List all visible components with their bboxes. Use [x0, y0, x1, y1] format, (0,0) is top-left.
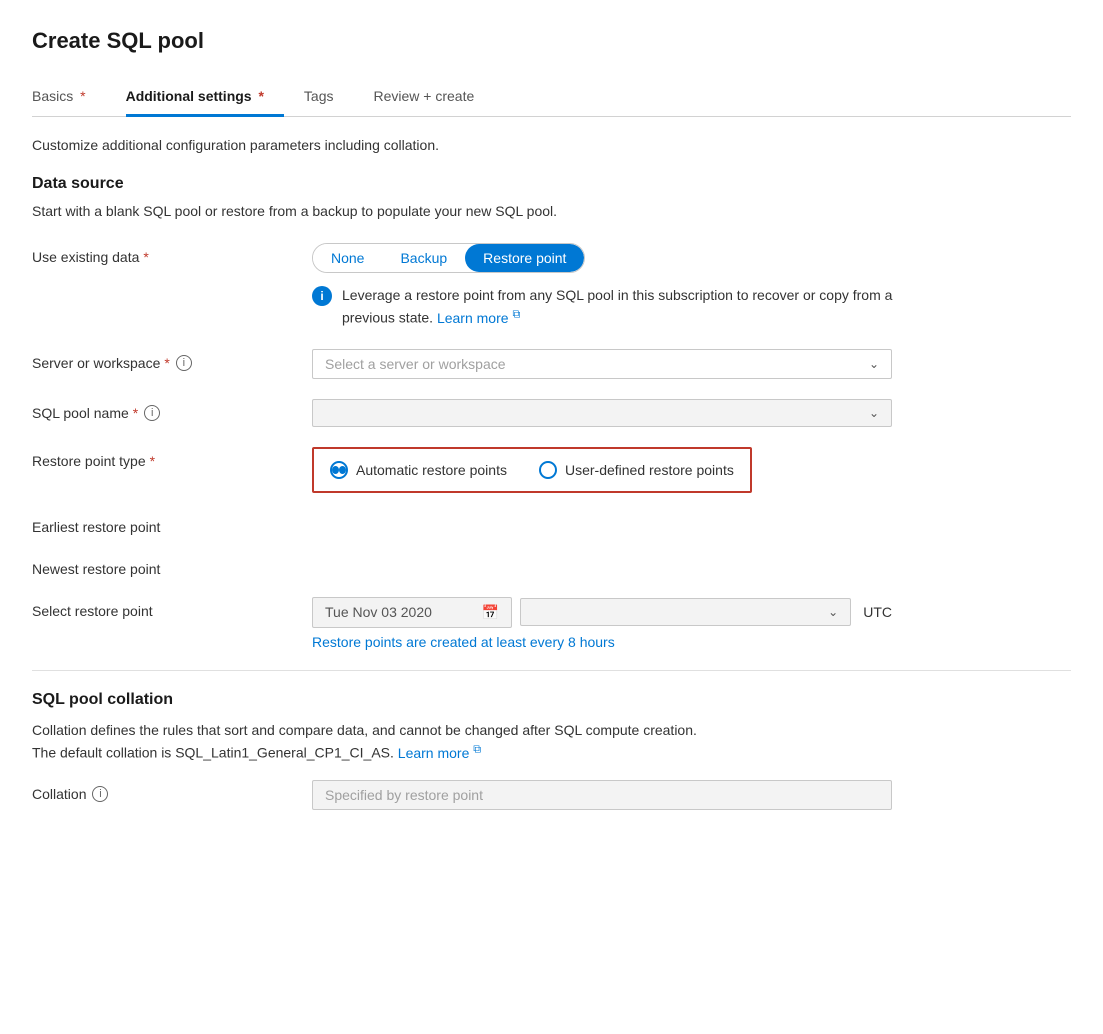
date-picker-row: Tue Nov 03 2020 📅 ⌄ UTC [312, 597, 892, 628]
sql-pool-name-control: ⌄ [312, 399, 1071, 427]
earliest-restore-point-row: Earliest restore point [32, 513, 1071, 535]
restore-point-type-control: Automatic restore points User-defined re… [312, 447, 1071, 493]
info-text: Leverage a restore point from any SQL po… [342, 285, 912, 329]
restore-point-type-row: Restore point type * Automatic restore p… [32, 447, 1071, 493]
tab-tags[interactable]: Tags [304, 78, 354, 117]
collation-placeholder: Specified by restore point [325, 787, 483, 803]
page-description: Customize additional configuration param… [32, 137, 1071, 153]
use-existing-data-row: Use existing data * None Backup Restore … [32, 243, 1071, 329]
sql-pool-name-info-icon[interactable]: i [144, 405, 160, 421]
sql-pool-name-row: SQL pool name * i ⌄ [32, 399, 1071, 427]
date-input[interactable]: Tue Nov 03 2020 📅 [312, 597, 512, 628]
time-dropdown[interactable]: ⌄ [520, 598, 851, 626]
select-restore-point-control: Tue Nov 03 2020 📅 ⌄ UTC Restore points a… [312, 597, 1071, 650]
tab-review-create[interactable]: Review + create [374, 78, 495, 117]
collation-control: Specified by restore point [312, 780, 1071, 810]
calendar-icon: 📅 [482, 604, 499, 621]
page-title: Create SQL pool [32, 28, 1071, 54]
sql-pool-name-dropdown[interactable]: ⌄ [312, 399, 892, 427]
section-divider [32, 670, 1071, 671]
tab-additional-settings[interactable]: Additional settings * [126, 78, 284, 117]
newest-restore-point-label: Newest restore point [32, 555, 312, 577]
server-workspace-placeholder: Select a server or workspace [325, 356, 506, 372]
server-workspace-control: Select a server or workspace ⌄ [312, 349, 1071, 379]
collation-input[interactable]: Specified by restore point [312, 780, 892, 810]
data-source-title: Data source [32, 175, 1071, 193]
external-link-icon: ⧉ [512, 308, 520, 320]
server-workspace-dropdown[interactable]: Select a server or workspace ⌄ [312, 349, 892, 379]
radio-automatic-label: Automatic restore points [356, 462, 507, 478]
restore-point-type-group: Automatic restore points User-defined re… [312, 447, 752, 493]
radio-automatic-btn[interactable] [330, 461, 348, 479]
info-icon: i [312, 286, 332, 306]
restore-hint: Restore points are created at least ever… [312, 634, 1071, 650]
collation-learn-more-link[interactable]: Learn more ⧉ [398, 745, 481, 761]
tabs-nav: Basics * Additional settings * Tags Revi… [32, 78, 1071, 117]
collation-external-link-icon: ⧉ [473, 743, 481, 755]
time-dropdown-arrow: ⌄ [828, 605, 838, 619]
sql-pool-name-arrow-icon: ⌄ [869, 406, 879, 420]
server-workspace-info-icon[interactable]: i [176, 355, 192, 371]
collation-row: Collation i Specified by restore point [32, 780, 1071, 810]
dropdown-arrow-icon: ⌄ [869, 357, 879, 371]
earliest-restore-point-label: Earliest restore point [32, 513, 312, 535]
data-source-description: Start with a blank SQL pool or restore f… [32, 203, 1071, 219]
select-restore-point-row: Select restore point Tue Nov 03 2020 📅 ⌄… [32, 597, 1071, 650]
radio-automatic[interactable]: Automatic restore points [330, 461, 507, 479]
toggle-none[interactable]: None [313, 244, 382, 272]
learn-more-link[interactable]: Learn more ⧉ [437, 310, 520, 326]
toggle-restore-point[interactable]: Restore point [465, 244, 584, 272]
radio-user-defined[interactable]: User-defined restore points [539, 461, 734, 479]
restore-point-info-box: i Leverage a restore point from any SQL … [312, 285, 912, 329]
use-existing-data-control: None Backup Restore point i Leverage a r… [312, 243, 1071, 329]
use-existing-data-label: Use existing data * [32, 243, 312, 265]
server-workspace-row: Server or workspace * i Select a server … [32, 349, 1071, 379]
newest-restore-point-row: Newest restore point [32, 555, 1071, 577]
date-value: Tue Nov 03 2020 [325, 604, 432, 620]
radio-user-defined-label: User-defined restore points [565, 462, 734, 478]
select-restore-point-label: Select restore point [32, 597, 312, 619]
utc-label: UTC [863, 604, 892, 620]
server-workspace-label: Server or workspace * i [32, 349, 312, 371]
collation-description: Collation defines the rules that sort an… [32, 719, 932, 764]
sql-pool-name-label: SQL pool name * i [32, 399, 312, 421]
toggle-backup[interactable]: Backup [382, 244, 465, 272]
collation-info-icon[interactable]: i [92, 786, 108, 802]
restore-point-type-label: Restore point type * [32, 447, 312, 469]
collation-label: Collation i [32, 780, 312, 802]
collation-section-title: SQL pool collation [32, 691, 1071, 709]
radio-user-defined-btn[interactable] [539, 461, 557, 479]
tab-basics[interactable]: Basics * [32, 78, 106, 117]
data-source-toggle-group: None Backup Restore point [312, 243, 585, 273]
